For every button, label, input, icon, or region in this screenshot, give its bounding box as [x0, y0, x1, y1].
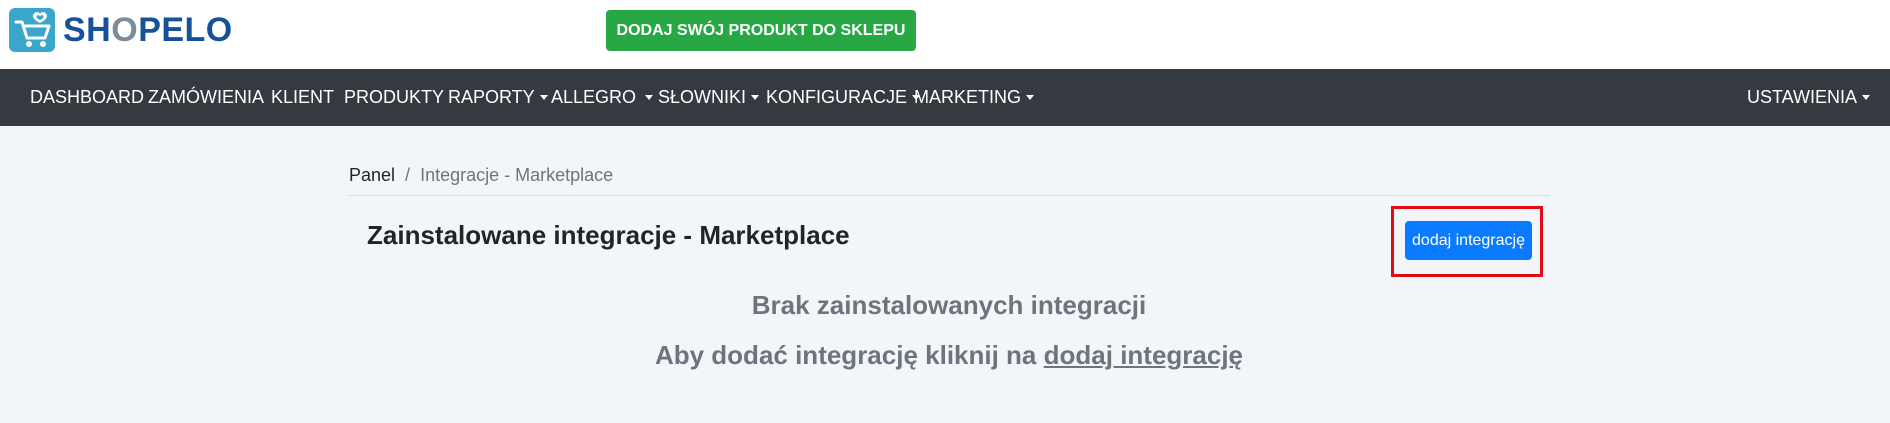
nav-item-label: KONFIGURACJE [766, 87, 908, 107]
main-navbar: DASHBOARD ZAMÓWIENIA KLIENT PRODUKTY RAP… [0, 69, 1890, 126]
caret-down-icon [645, 95, 654, 100]
caret-down-icon [539, 95, 548, 100]
nav-item-label: PRODUKTY [344, 87, 445, 107]
nav-item-allegro[interactable]: ALLEGRO [551, 69, 654, 126]
nav-item-label: USTAWIENIA [1746, 87, 1857, 107]
empty-state-title: Brak zainstalowanych integracji [751, 290, 1147, 320]
nav-item-raporty[interactable]: RAPORTY [448, 69, 548, 126]
nav-item-label: ZAMÓWIENIA [148, 87, 264, 107]
top-header: SHOPELO DODAJ SWÓJ PRODUKT DO SKLEPU [0, 0, 1890, 69]
divider [348, 195, 1550, 196]
nav-item-label: KLIENT [271, 87, 335, 107]
breadcrumb-current: Integracje - Marketplace [420, 165, 614, 185]
caret-down-icon [1862, 95, 1870, 100]
empty-state-hint: Aby dodać integrację kliknij na dodaj in… [0, 340, 1890, 371]
nav-item-slowniki[interactable]: SŁOWNIKI [658, 69, 760, 126]
breadcrumb-separator: / [405, 165, 411, 185]
nav-item-dashboard[interactable]: DASHBOARD [30, 69, 144, 126]
nav-item-label: DASHBOARD [30, 87, 145, 107]
breadcrumb: Panel / Integracje - Marketplace [349, 165, 613, 186]
nav-item-label: MARKETING [914, 87, 1022, 107]
empty-hint-text: Aby dodać integrację kliknij na [654, 340, 1037, 370]
nav-item-marketing[interactable]: MARKETING [914, 69, 1035, 126]
add-integration-button[interactable]: dodaj integrację [1405, 221, 1532, 260]
add-integration-link[interactable]: dodaj integrację [1044, 340, 1243, 370]
breadcrumb-root-link[interactable]: Panel [349, 165, 395, 185]
nav-item-label: SŁOWNIKI [658, 87, 747, 107]
caret-down-icon [1026, 95, 1035, 100]
caret-down-icon [751, 95, 760, 100]
shopelo-logo[interactable]: SHOPELO [9, 8, 233, 52]
nav-item-klient[interactable]: KLIENT [271, 69, 334, 126]
nav-item-label: RAPORTY [448, 87, 535, 107]
nav-item-konfiguracje[interactable]: KONFIGURACJE [766, 69, 921, 126]
add-product-button[interactable]: DODAJ SWÓJ PRODUKT DO SKLEPU [606, 10, 916, 51]
logo-wordmark: SHOPELO [63, 10, 233, 49]
nav-item-zamowienia[interactable]: ZAMÓWIENIA [148, 69, 264, 126]
page-title: Zainstalowane integracje - Marketplace [367, 220, 850, 250]
nav-item-label: ALLEGRO [551, 87, 637, 107]
nav-item-produkty[interactable]: PRODUKTY [344, 69, 444, 126]
shopping-cart-icon [9, 8, 55, 52]
nav-item-ustawienia[interactable]: USTAWIENIA [1747, 69, 1870, 126]
